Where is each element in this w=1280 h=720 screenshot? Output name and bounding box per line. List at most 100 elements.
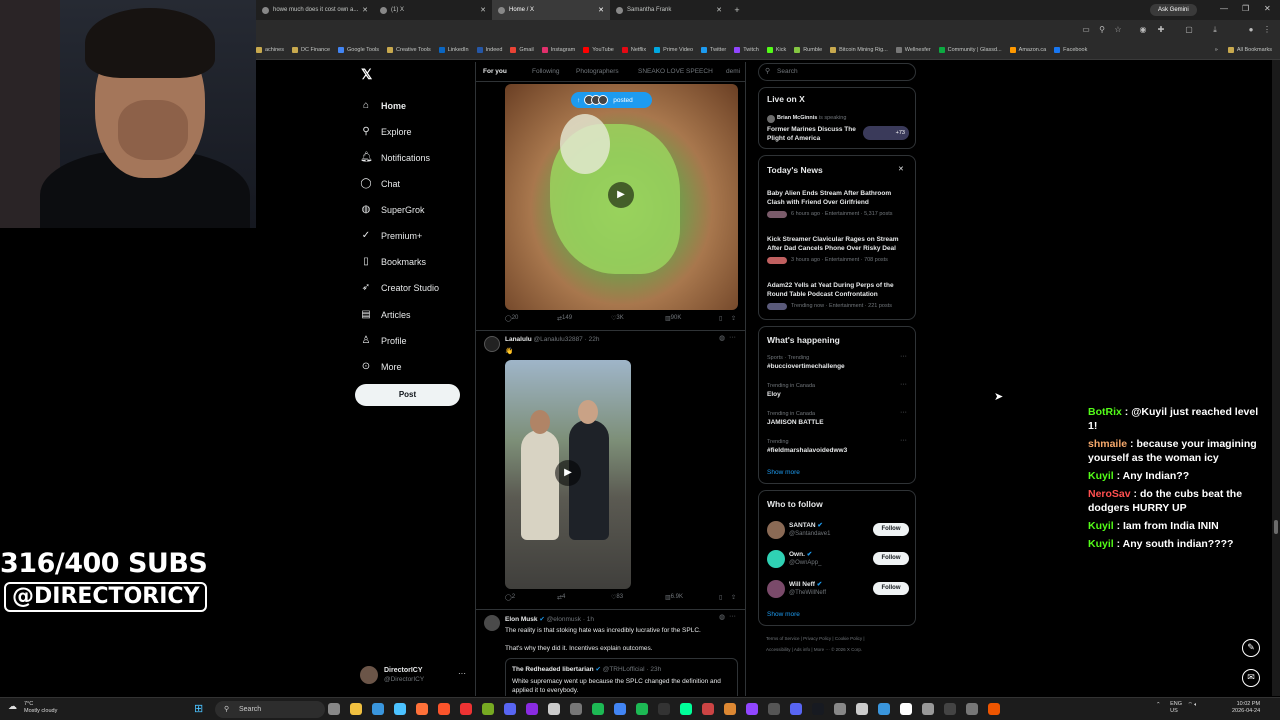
page-scrollbar[interactable] bbox=[1272, 60, 1280, 696]
ask-gemini-button[interactable]: Ask Gemini bbox=[1150, 4, 1197, 16]
bookmark-item[interactable]: Twitter bbox=[701, 46, 726, 53]
taskbar-app-icon[interactable] bbox=[724, 703, 736, 715]
taskbar-app-icon[interactable] bbox=[570, 703, 582, 715]
live-topic[interactable]: Former Marines Discuss The Plight of Ame… bbox=[767, 126, 857, 143]
nav-item-premium[interactable]: ✓ Premium+ bbox=[360, 229, 422, 243]
chat-username[interactable]: Kuyil bbox=[1088, 520, 1114, 532]
reply-button[interactable]: ◯ 20 bbox=[505, 315, 518, 322]
bookmark-item[interactable]: Google Tools bbox=[338, 46, 379, 53]
tab-photographers[interactable]: Photographers bbox=[576, 68, 619, 75]
chat-username[interactable]: BotRix bbox=[1088, 406, 1122, 418]
minimize-icon[interactable]: — bbox=[1220, 4, 1228, 13]
browser-tab[interactable]: howe much does it cost own a... ✕ bbox=[256, 0, 374, 20]
chat-username[interactable]: Kuyil bbox=[1088, 470, 1114, 482]
news-headline[interactable]: Adam22 Yells at Yeat During Perps of the… bbox=[767, 282, 909, 299]
bookmark-item[interactable]: Instagram bbox=[541, 46, 575, 53]
taskbar-app-icon[interactable] bbox=[768, 703, 780, 715]
like-button[interactable]: ♡ 3K bbox=[611, 315, 624, 322]
bookmark-item[interactable]: DC Finance bbox=[291, 46, 330, 53]
browser-tab[interactable]: Samantha Frank ✕ bbox=[610, 0, 728, 20]
bookmark-item[interactable]: Wellnesfer bbox=[895, 46, 931, 53]
all-bookmarks-button[interactable]: All Bookmarks bbox=[1227, 46, 1272, 53]
bookmark-item[interactable]: Netflix bbox=[621, 46, 646, 53]
taskbar-app-icon[interactable] bbox=[548, 703, 560, 715]
avatar[interactable] bbox=[767, 550, 785, 568]
like-button[interactable]: ♡ 83 bbox=[611, 594, 623, 601]
more-dots-icon[interactable]: ··· bbox=[458, 669, 466, 678]
taskbar-app-icon[interactable] bbox=[438, 703, 450, 715]
zoom-icon[interactable]: ⚲ bbox=[1097, 25, 1107, 35]
post-button[interactable]: Post bbox=[355, 384, 460, 406]
chat-username[interactable]: shmaile bbox=[1088, 438, 1127, 450]
bookmark-icon[interactable]: ▯ bbox=[719, 315, 722, 322]
reply-button[interactable]: ◯ 2 bbox=[505, 594, 515, 601]
bookmark-item[interactable]: Indeed bbox=[476, 46, 502, 53]
taskbar-app-icon[interactable] bbox=[702, 703, 714, 715]
posted-pill[interactable]: ↑ posted bbox=[571, 92, 652, 108]
footer-links[interactable]: Terms of Service | Privacy Policy | Cook… bbox=[766, 636, 865, 641]
bookmark-item[interactable]: Facebook bbox=[1054, 46, 1087, 53]
taskbar-app-icon[interactable] bbox=[922, 703, 934, 715]
cast-icon[interactable]: ▭ bbox=[1081, 25, 1091, 35]
nav-item-bookmarks[interactable]: ▯ Bookmarks bbox=[360, 255, 426, 269]
nav-item-creator-studio[interactable]: ➶ Creator Studio bbox=[360, 281, 439, 295]
messages-icon[interactable]: ✉ bbox=[1242, 669, 1260, 687]
taskbar-app-icon[interactable] bbox=[636, 703, 648, 715]
clock[interactable]: 10:02 PM 2026-04-24 bbox=[1232, 701, 1260, 715]
news-headline[interactable]: Baby Alien Ends Stream After Bathroom Cl… bbox=[767, 190, 909, 207]
follow-button[interactable]: Follow bbox=[873, 582, 909, 595]
taskbar-app-icon[interactable] bbox=[966, 703, 978, 715]
news-headline[interactable]: Kick Streamer Clavicular Rages on Stream… bbox=[767, 236, 909, 253]
views-button[interactable]: ▥ 6.9K bbox=[665, 594, 683, 601]
taskbar-app-icon[interactable] bbox=[614, 703, 626, 715]
more-dots-icon[interactable]: ··· bbox=[900, 381, 907, 388]
taskbar-app-icon[interactable] bbox=[988, 703, 1000, 715]
video-thumbnail[interactable]: ▶ bbox=[505, 84, 738, 310]
taskbar-app-icon[interactable] bbox=[394, 703, 406, 715]
profile-icon[interactable]: ● bbox=[1246, 25, 1256, 35]
avatar[interactable] bbox=[767, 580, 785, 598]
taskbar-app-icon[interactable] bbox=[834, 703, 846, 715]
play-icon[interactable]: ▶ bbox=[608, 182, 634, 208]
close-tab-icon[interactable]: ✕ bbox=[716, 6, 722, 14]
nav-item-explore[interactable]: ⚲ Explore bbox=[360, 125, 411, 139]
live-listeners[interactable]: +73 bbox=[863, 126, 909, 140]
follow-button[interactable]: Follow bbox=[873, 523, 909, 536]
grok-icon[interactable]: ◍ bbox=[719, 613, 725, 621]
chat-username[interactable]: Kuyil bbox=[1088, 538, 1114, 550]
trend-topic[interactable]: Eloy bbox=[767, 391, 909, 400]
nav-item-profile[interactable]: ♙ Profile bbox=[360, 334, 407, 348]
play-icon[interactable]: ▶ bbox=[555, 460, 581, 486]
bookmark-item[interactable]: Community | Glassd... bbox=[938, 46, 1002, 53]
more-dots-icon[interactable]: ··· bbox=[900, 409, 907, 416]
download-icon[interactable]: ⤓ bbox=[1210, 25, 1220, 35]
taskbar-app-icon[interactable] bbox=[416, 703, 428, 715]
quote-tweet[interactable]: The Redheaded libertarian ✔ @TRHLofficia… bbox=[505, 658, 738, 696]
browser-tab[interactable]: (1) X ✕ bbox=[374, 0, 492, 20]
compose-icon[interactable]: ✎ bbox=[1242, 639, 1260, 657]
browser-tab-active[interactable]: Home / X ✕ bbox=[492, 0, 610, 20]
x-logo[interactable]: 𝕏 bbox=[361, 66, 372, 83]
bookmark-item[interactable]: Twitch bbox=[734, 46, 759, 53]
show-more-link[interactable]: Show more bbox=[767, 469, 800, 476]
more-bookmarks-icon[interactable]: » bbox=[1215, 47, 1218, 53]
bookmark-item[interactable]: Prime Video bbox=[654, 46, 693, 53]
wifi-icon[interactable]: ⌔ bbox=[1188, 702, 1193, 708]
taskbar-app-icon[interactable] bbox=[856, 703, 868, 715]
sidebar-icon[interactable]: ▢ bbox=[1184, 25, 1194, 35]
more-dots-icon[interactable]: ··· bbox=[900, 353, 907, 360]
taskbar-app-icon[interactable] bbox=[658, 703, 670, 715]
more-dots-icon[interactable]: ··· bbox=[729, 334, 736, 341]
taskbar-app-icon[interactable] bbox=[812, 703, 824, 715]
taskbar-app-icon[interactable] bbox=[482, 703, 494, 715]
bookmark-item[interactable]: Rumble bbox=[794, 46, 822, 53]
share-icon[interactable]: ⇪ bbox=[731, 315, 736, 322]
retweet-button[interactable]: ⇄ 149 bbox=[557, 315, 572, 322]
nav-item-more[interactable]: ⊙ More bbox=[360, 360, 402, 374]
bookmark-icon[interactable]: ▯ bbox=[719, 594, 722, 601]
taskbar-app-icon[interactable] bbox=[350, 703, 362, 715]
nav-item-notifications[interactable]: 🔔︎ Notifications bbox=[360, 151, 430, 165]
tab-following[interactable]: Following bbox=[532, 68, 559, 75]
taskbar-search[interactable]: ⚲ Search bbox=[215, 701, 325, 718]
trend-topic[interactable]: #fieldmarshalavoidedww3 bbox=[767, 447, 909, 456]
